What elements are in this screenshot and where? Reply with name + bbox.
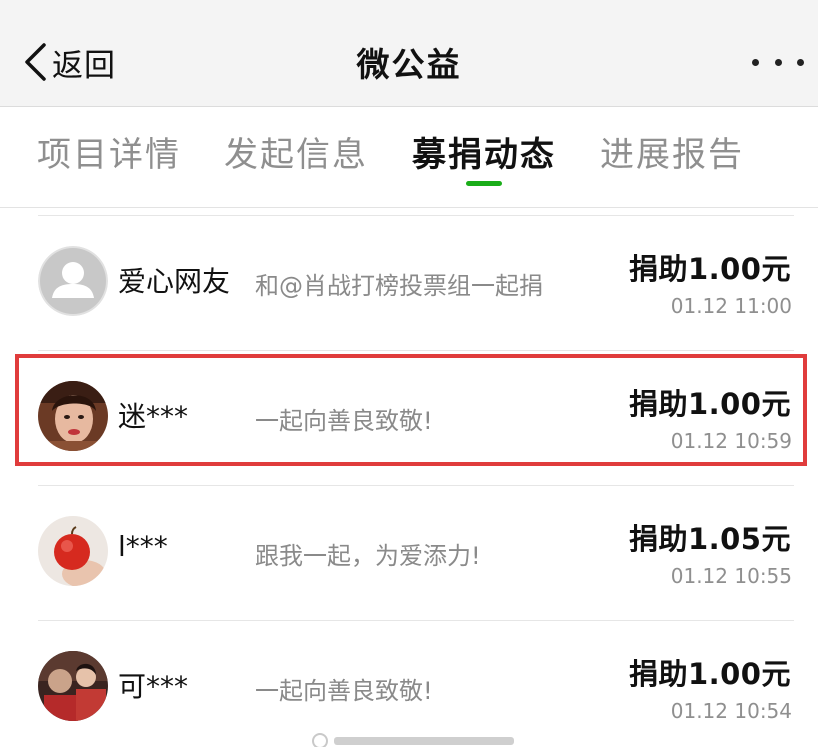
donation-time: 01.12 10:59 (670, 429, 792, 453)
donor-name: 可*** (118, 670, 189, 703)
donation-amount: 捐助1.00元 (628, 657, 791, 691)
list-item[interactable]: 迷*** 一起向善良致敬! 捐助1.00元 01.12 10:59 (0, 351, 818, 485)
more-options-button[interactable] (752, 52, 804, 72)
tab-initiator-info[interactable]: 发起信息 (224, 127, 368, 176)
list-item[interactable]: 爱心网友 和@肖战打榜投票组一起捐 捐助1.00元 01.12 11:00 (0, 216, 818, 350)
donor-name: 爱心网友 (118, 265, 231, 298)
watermark-logo (312, 733, 514, 747)
donor-name: l*** (118, 530, 168, 563)
donation-amount: 捐助1.05元 (628, 522, 791, 556)
tab-project-details[interactable]: 项目详情 (37, 127, 181, 176)
list-item[interactable]: l*** 跟我一起，为爱添力! 捐助1.05元 01.12 10:55 (0, 486, 818, 620)
donation-time: 01.12 10:54 (670, 699, 792, 723)
group-photo-avatar (38, 651, 108, 721)
default-avatar-icon (38, 246, 108, 316)
donor-message: 和@肖战打榜投票组一起捐 (255, 272, 543, 300)
user-photo-avatar (38, 381, 108, 451)
tab-progress-report[interactable]: 进展报告 (600, 127, 744, 176)
active-tab-indicator (466, 181, 502, 186)
tab-bar: 项目详情 发起信息 募捐动态 进展报告 (0, 107, 818, 208)
donor-message: 一起向善良致敬! (255, 407, 433, 435)
donation-amount: 捐助1.00元 (628, 252, 791, 286)
donation-time: 01.12 10:55 (670, 564, 792, 588)
apple-photo-avatar (38, 516, 108, 586)
page-title: 微公益 (356, 45, 462, 84)
donor-message: 一起向善良致敬! (255, 677, 433, 705)
more-dots-icon (752, 58, 759, 66)
donation-time: 01.12 11:00 (670, 294, 792, 318)
tab-donation-feed[interactable]: 募捐动态 (412, 127, 556, 176)
navigation-bar: 返回 微公益 (0, 0, 818, 107)
donor-name: 迷*** (118, 400, 189, 433)
donation-amount: 捐助1.00元 (628, 387, 791, 421)
donor-message: 跟我一起，为爱添力! (255, 542, 481, 570)
